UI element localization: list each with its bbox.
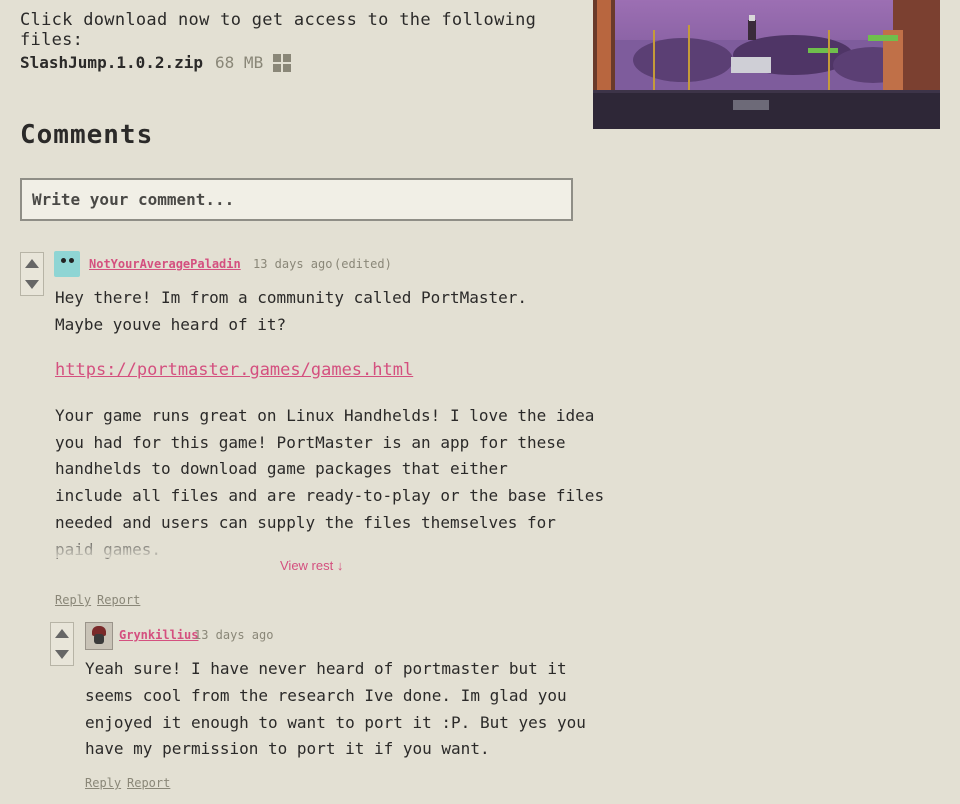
comment-time[interactable]: 13 days ago	[194, 628, 273, 642]
comment-line: you had for this game! PortMaster is an …	[55, 433, 566, 452]
comment-link[interactable]: https://portmaster.games/games.html	[55, 360, 413, 380]
edited-label: (edited)	[334, 257, 392, 271]
upvote-icon[interactable]	[55, 629, 69, 638]
game-screenshot[interactable]	[593, 0, 940, 129]
report-button[interactable]: Report	[97, 593, 140, 607]
comment-line: seems cool from the research Ive done. I…	[85, 686, 567, 705]
downvote-icon[interactable]	[25, 280, 39, 289]
comment-line: Yeah sure! I have never heard of portmas…	[85, 659, 567, 678]
comment-line: enjoyed it enough to want to port it :P.…	[85, 713, 586, 732]
file-name: SlashJump.1.0.2.zip	[20, 53, 204, 72]
comment-line: Your game runs great on Linux Handhelds!…	[55, 406, 595, 425]
comment-line: Maybe youve heard of it?	[55, 315, 287, 334]
comment-line: include all files and are ready-to-play …	[55, 486, 605, 505]
comment-author[interactable]: Grynkillius	[119, 628, 198, 642]
download-intro: Click download now to get access to the …	[20, 10, 537, 50]
view-rest-button[interactable]: View rest ↓	[280, 558, 343, 573]
avatar[interactable]	[54, 251, 80, 277]
reply-button[interactable]: Reply	[55, 593, 91, 607]
vote-widget	[20, 252, 44, 296]
comments-title: Comments	[20, 120, 154, 150]
reply-button[interactable]: Reply	[85, 776, 121, 790]
comment-line: Hey there! Im from a community called Po…	[55, 288, 528, 307]
upvote-icon[interactable]	[25, 259, 39, 268]
downvote-icon[interactable]	[55, 650, 69, 659]
comment-author[interactable]: NotYourAveragePaladin	[89, 257, 241, 271]
avatar-face	[94, 634, 104, 644]
comment-line: have my permission to port it if you wan…	[85, 739, 490, 758]
file-size: 68 MB	[215, 53, 264, 72]
text-fade	[54, 530, 574, 558]
game-screenshot-art	[593, 0, 940, 129]
comment-input[interactable]	[20, 178, 573, 221]
vote-widget	[50, 622, 74, 666]
comment-time[interactable]: 13 days ago	[253, 257, 332, 271]
report-button[interactable]: Report	[127, 776, 170, 790]
windows-icon	[273, 53, 292, 72]
avatar[interactable]	[85, 622, 113, 650]
comment-line: handhelds to download game packages that…	[55, 459, 508, 478]
file-row: SlashJump.1.0.2.zip 68 MB	[20, 53, 292, 72]
